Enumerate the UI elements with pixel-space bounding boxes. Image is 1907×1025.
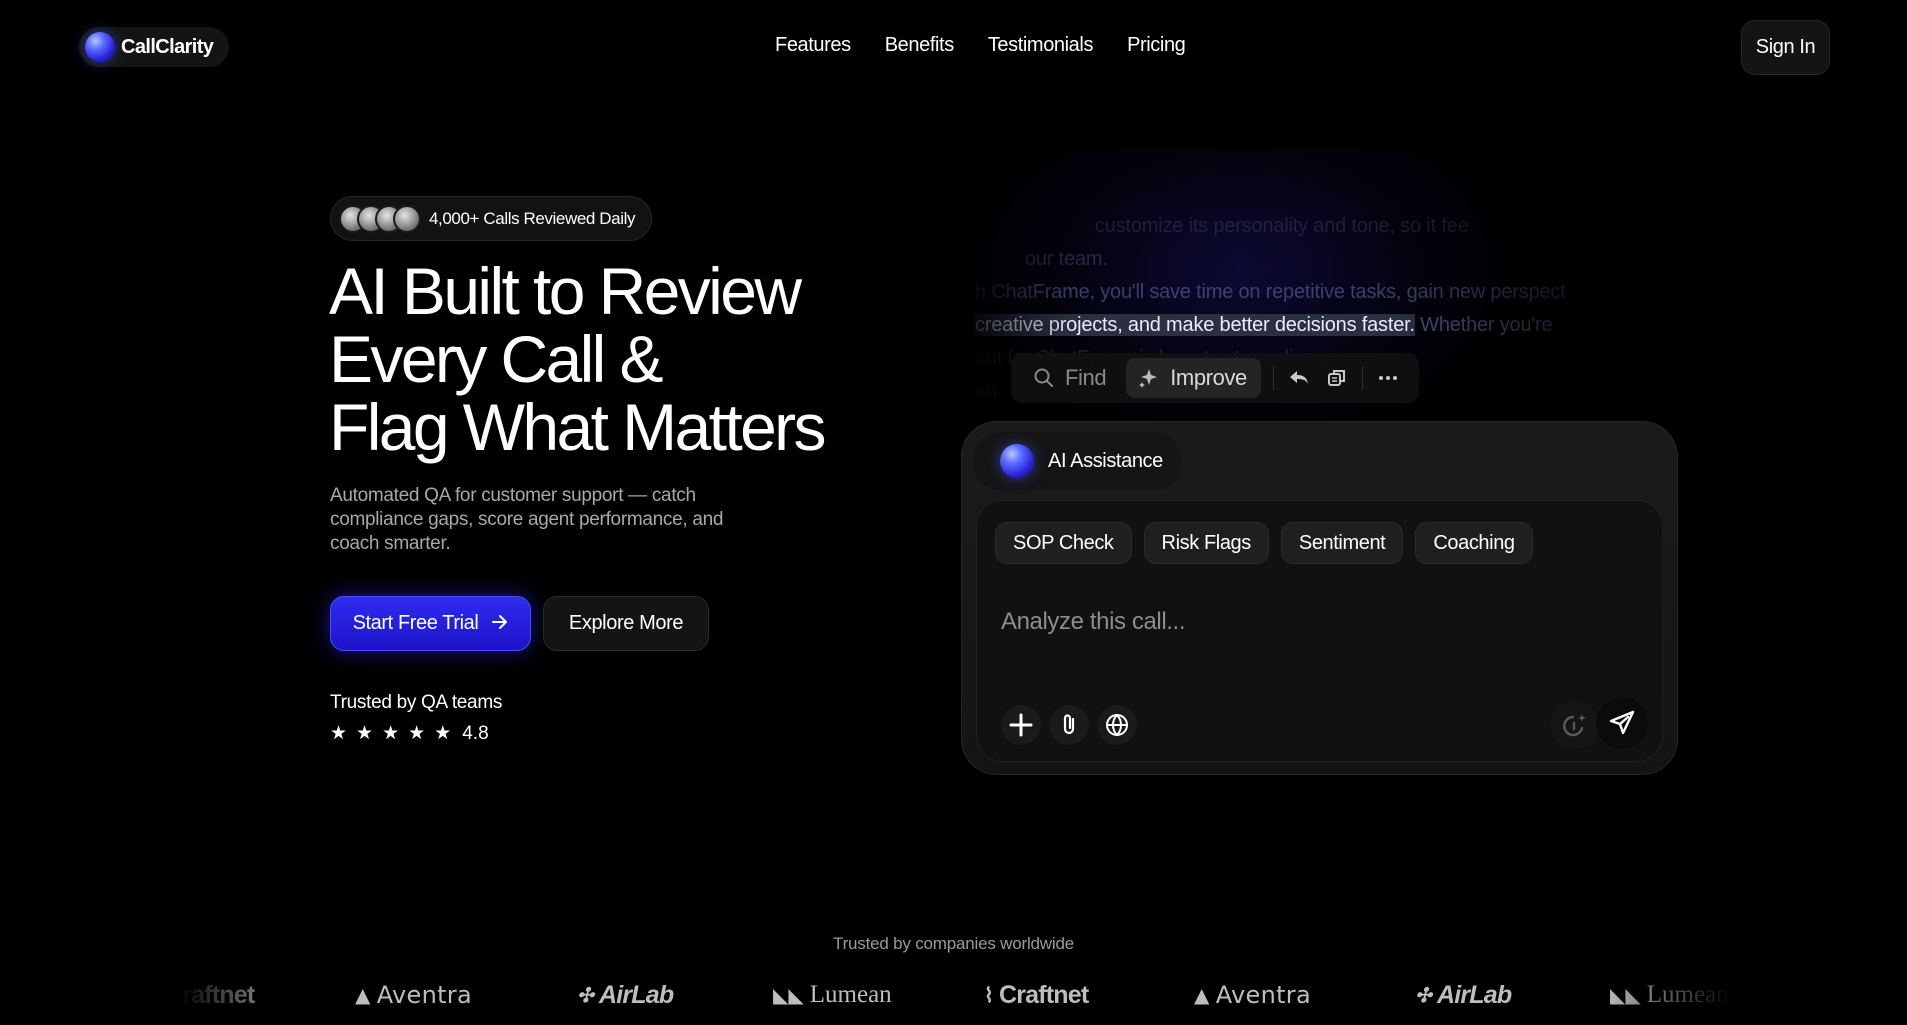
hero-subtitle: Automated QA for customer support — catc… [330, 485, 724, 554]
company-logo-lumean: ◣◣ Lumean [1610, 981, 1729, 1009]
start-free-trial-button[interactable]: Start Free Trial [330, 596, 531, 651]
company-name: Aventra [1215, 981, 1311, 1009]
brand-name: CallClarity [121, 35, 214, 58]
improve-button[interactable]: Improve [1126, 358, 1261, 398]
star-icon: ★ [382, 723, 400, 744]
company-name: Lumean [1646, 981, 1729, 1008]
company-logo-craftnet: ⌇ Craftnet [984, 981, 1089, 1010]
company-name: AirLab [598, 981, 674, 1009]
company-logo-airlab: ✣ AirLab [577, 981, 674, 1010]
star-icon: ★ [330, 723, 348, 744]
aventra-mark-icon: ▲ [355, 983, 371, 1007]
chip-sentiment[interactable]: Sentiment [1280, 522, 1404, 564]
craftnet-mark-icon: ⌇ [984, 985, 994, 1007]
aventra-mark-icon: ▲ [1194, 983, 1210, 1007]
brand-logo[interactable]: CallClarity [79, 27, 230, 67]
explore-more-button[interactable]: Explore More [543, 596, 709, 651]
main-nav: Features Benefits Testimonials Pricing [775, 34, 1186, 57]
send-icon[interactable] [1596, 697, 1648, 749]
search-icon [1031, 365, 1057, 391]
nav-link-pricing[interactable]: Pricing [1127, 34, 1186, 57]
lumean-mark-icon: ◣◣ [773, 984, 804, 1007]
lumean-mark-icon: ◣◣ [1610, 984, 1641, 1007]
orb-logo-icon [85, 32, 115, 62]
chip-sop-check[interactable]: SOP Check [995, 522, 1132, 564]
toolbar-divider [1361, 366, 1363, 390]
start-free-trial-label: Start Free Trial [352, 612, 479, 634]
selected-text: creative projects, and make better decis… [975, 314, 1415, 336]
ai-assistance-title: AI Assistance [1048, 449, 1163, 472]
rating-value: 4.8 [462, 722, 489, 744]
avatar [393, 204, 421, 233]
text-toolbar: Find Improve [1011, 353, 1419, 403]
company-name: Craftnet [998, 981, 1089, 1009]
mic-sparkle-icon[interactable] [1551, 701, 1599, 749]
company-logo-aventra: ▲ Aventra [1194, 981, 1311, 1009]
sign-in-button[interactable]: Sign In [1741, 20, 1830, 75]
star-icon: ★ [356, 723, 374, 744]
chip-risk-flags[interactable]: Risk Flags [1143, 522, 1269, 564]
plus-icon[interactable] [1001, 705, 1041, 745]
avatar-group [339, 204, 421, 233]
hero-title-line: Flag What Matters [329, 390, 827, 464]
badge-text: 4,000+ Calls Reviewed Daily [429, 208, 636, 228]
company-logo-lumean: ◣◣ Lumean [773, 981, 892, 1009]
company-name: Aventra [376, 981, 472, 1009]
ai-assistance-card: AI Assistance SOP Check Risk Flags Senti… [961, 421, 1678, 775]
calls-reviewed-badge: 4,000+ Calls Reviewed Daily [330, 196, 652, 241]
analysis-chips: SOP Check Risk Flags Sentiment Coaching [995, 522, 1533, 564]
star-icon: ★ [408, 723, 426, 744]
star-icon: ★ [434, 723, 452, 744]
editor-line: customize its personality and tone, so i… [1095, 215, 1469, 237]
company-name: Lumean [809, 981, 892, 1008]
trusted-by-text: Trusted by QA teams [330, 692, 503, 713]
editor-line: h ChatFrame, you'll save time on repetit… [975, 281, 1566, 303]
company-logo-aventra: ▲ Aventra [355, 981, 472, 1009]
airlab-mark-icon: ✣ [577, 985, 594, 1007]
nav-link-testimonials[interactable]: Testimonials [988, 34, 1094, 57]
hero-title: AI Built to Review Every Call & Flag Wha… [329, 257, 889, 461]
improve-label: Improve [1170, 365, 1247, 390]
company-logo-strip: ⌇ Craftnet ▲ Aventra ✣ AirLab ◣◣ Lumean … [180, 975, 1730, 1015]
editor-line: creative projects, and make better decis… [975, 309, 1625, 342]
chip-coaching[interactable]: Coaching [1415, 522, 1533, 564]
ai-assistance-header: AI Assistance [974, 432, 1181, 490]
airlab-mark-icon: ✣ [1415, 985, 1432, 1007]
toolbar-divider [1272, 366, 1274, 390]
hero-title-line: AI Built to Review [329, 254, 802, 328]
company-logo-craftnet: ⌇ Craftnet [180, 981, 255, 1010]
nav-link-benefits[interactable]: Benefits [885, 34, 954, 57]
analyze-call-input[interactable] [1001, 608, 1521, 636]
editor-line-rest: Whether you're [1414, 314, 1553, 336]
find-label: Find [1065, 365, 1107, 390]
trusted-companies-label: Trusted by companies worldwide [833, 934, 1074, 953]
arrow-right-icon [492, 613, 508, 634]
sparkle-icon [1136, 365, 1162, 391]
prompt-panel: SOP Check Risk Flags Sentiment Coaching [976, 500, 1663, 762]
globe-icon[interactable] [1097, 705, 1137, 745]
editor-line: our team. [1025, 248, 1108, 270]
ai-orb-icon [1000, 444, 1034, 478]
more-icon[interactable] [1375, 365, 1401, 391]
rating: ★ ★ ★ ★ ★ 4.8 [330, 722, 489, 745]
hero-title-line: Every Call & [329, 322, 664, 396]
attach-icon[interactable] [1049, 705, 1089, 745]
company-name: AirLab [1436, 981, 1512, 1009]
find-button[interactable]: Find [1023, 359, 1114, 397]
copy-icon[interactable] [1324, 365, 1350, 391]
company-logo-airlab: ✣ AirLab [1415, 981, 1512, 1010]
company-name: Craftnet [180, 981, 255, 1009]
reply-icon[interactable] [1286, 365, 1312, 391]
nav-link-features[interactable]: Features [775, 34, 851, 57]
